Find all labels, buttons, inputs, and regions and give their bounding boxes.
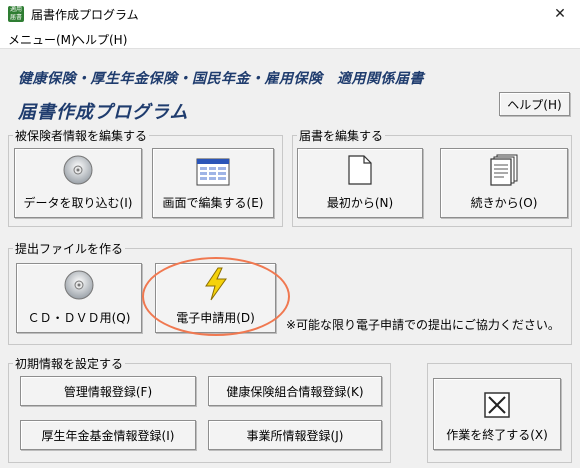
table-window-icon [196,158,230,186]
window-title: 届書作成プログラム [31,8,139,22]
blank-document-icon [348,155,372,185]
menu-item-help[interactable]: ヘルプ(H) [73,31,127,48]
electronic-application-label: 電子申請用(D) [176,311,255,325]
import-data-label: データを取り込む(I) [23,196,133,210]
page-title: 届書作成プログラム [18,102,189,123]
office-info-label: 事業所情報登録(J) [246,428,344,443]
electronic-application-button[interactable]: 電子申請用(D) [155,263,276,333]
pension-fund-info-label: 厚生年金基金情報登録(I) [41,428,175,443]
start-new-button[interactable]: 最初から(N) [297,148,423,218]
office-info-button[interactable]: 事業所情報登録(J) [208,420,382,450]
lightning-bolt-icon [204,267,227,301]
header-subtitle: 健康保険・厚生年金保険・国民年金・雇用保険 適用関係届書 [18,71,424,87]
exit-label: 作業を終了する(X) [446,428,548,442]
management-info-label: 管理情報登録(F) [63,384,153,399]
insured-group-label: 被保険者情報を編集する [13,127,150,144]
submission-group-label: 提出ファイルを作る [13,240,126,257]
close-box-icon [484,392,510,418]
submission-note: ※可能な限り電子申請での提出にご協力ください。 [286,318,560,332]
close-button[interactable]: ✕ [548,4,572,24]
health-union-info-button[interactable]: 健康保険組合情報登録(K) [208,376,382,406]
initial-group-label: 初期情報を設定する [13,355,126,372]
screen-edit-label: 画面で編集する(E) [162,196,264,210]
disc-icon [63,155,93,185]
menu-bar: メニュー(M) ヘルプ(H) [0,28,580,49]
help-button-label: ヘルプ(H) [507,97,562,112]
help-button[interactable]: ヘルプ(H) [499,92,570,116]
notification-group-label: 届書を編集する [297,127,386,144]
app-icon: 適用 届書 [8,6,24,22]
screen-edit-button[interactable]: 画面で編集する(E) [152,148,274,218]
cd-dvd-label: ＣＤ・ＤＶＤ用(Q) [27,311,131,325]
disc-icon [64,270,94,300]
cd-dvd-button[interactable]: ＣＤ・ＤＶＤ用(Q) [16,263,142,333]
management-info-button[interactable]: 管理情報登録(F) [20,376,196,406]
health-union-info-label: 健康保険組合情報登録(K) [226,384,364,399]
import-data-button[interactable]: データを取り込む(I) [14,148,142,218]
menu-item-menu[interactable]: メニュー(M) [8,31,76,48]
pension-fund-info-button[interactable]: 厚生年金基金情報登録(I) [20,420,196,450]
stacked-documents-icon [490,154,518,186]
continue-button[interactable]: 続きから(O) [440,148,568,218]
continue-label: 続きから(O) [470,196,538,210]
exit-button[interactable]: 作業を終了する(X) [433,378,561,450]
start-new-label: 最初から(N) [326,196,394,210]
